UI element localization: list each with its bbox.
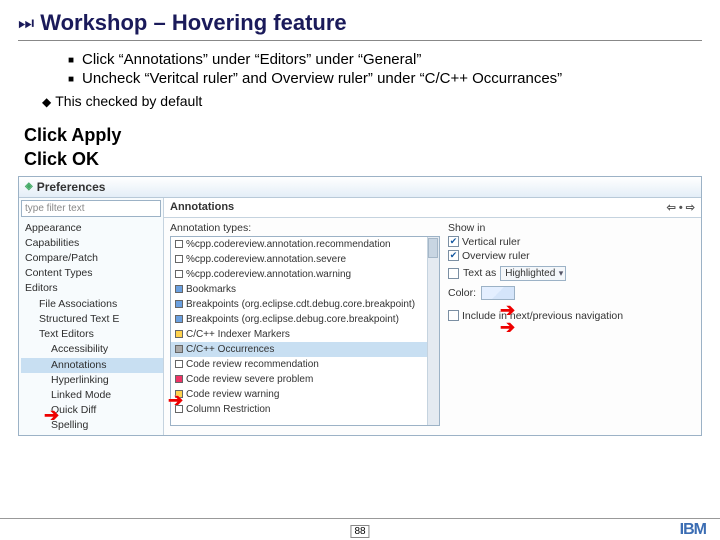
type-item: Breakpoints (org.eclipse.debug.core.brea… — [171, 312, 439, 327]
tree-quickdiff[interactable]: Quick Diff — [21, 403, 163, 418]
tree-annotations[interactable]: Annotations — [21, 358, 163, 373]
tree-capabilities[interactable]: Capabilities — [21, 236, 163, 251]
type-item: Code review recommendation — [171, 357, 439, 372]
show-in-label: Show in — [448, 222, 695, 234]
type-item: C/C++ Indexer Markers — [171, 327, 439, 342]
action-block: Click Apply Click OK — [24, 123, 702, 172]
ibm-logo: IBM — [680, 521, 706, 539]
instruction-list: Click “Annotations” under “Editors” unde… — [28, 51, 702, 87]
text-as-combo[interactable]: Highlighted — [500, 266, 566, 281]
checkbox-icon[interactable] — [448, 250, 459, 261]
overview-ruler-checkbox[interactable]: Overview ruler — [448, 250, 695, 262]
color-swatch[interactable] — [481, 286, 515, 300]
tree-accessibility[interactable]: Accessibility — [21, 342, 163, 357]
sub-bullet: ◆ This checked by default — [42, 93, 702, 109]
include-nav-checkbox[interactable]: Include in next/previous navigation — [448, 310, 695, 322]
tree-appearance[interactable]: Appearance — [21, 221, 163, 236]
scrollbar[interactable] — [427, 237, 439, 425]
fast-forward-icon: ⏭ — [18, 13, 34, 34]
tree-spelling[interactable]: Spelling — [21, 418, 163, 433]
preferences-tree-panel: type filter text Appearance Capabilities… — [19, 198, 164, 435]
slide-title: Workshop – Hovering feature — [40, 10, 346, 36]
type-item: Code review warning — [171, 387, 439, 402]
tree-fileassoc[interactable]: File Associations — [21, 297, 163, 312]
sub-bullet-text: This checked by default — [55, 93, 202, 109]
type-item: %cpp.codereview.annotation.severe — [171, 252, 439, 267]
text-as-label: Text as — [463, 267, 496, 279]
type-item: Column Restriction — [171, 402, 439, 417]
slide-title-row: ⏭ Workshop – Hovering feature — [18, 10, 702, 36]
tree-texteditors[interactable]: Text Editors — [21, 327, 163, 342]
text-as-checkbox[interactable] — [448, 268, 459, 279]
page-title: Annotations — [170, 201, 234, 213]
type-item-selected: C/C++ Occurrences — [171, 342, 439, 357]
vertical-ruler-checkbox[interactable]: Vertical ruler — [448, 236, 695, 248]
red-arrow-icon: ➔ — [168, 390, 183, 411]
tree-keys[interactable]: Keys — [21, 434, 163, 435]
tree-editors[interactable]: Editors — [21, 281, 163, 296]
window-icon: ◈ — [25, 181, 33, 192]
red-arrow-icon: ➔ — [500, 317, 515, 338]
type-item: Bookmarks — [171, 282, 439, 297]
type-item: Code review severe problem — [171, 372, 439, 387]
action-apply: Click Apply — [24, 123, 702, 147]
checkbox-icon[interactable] — [448, 310, 459, 321]
title-underline — [18, 40, 702, 41]
filter-input[interactable]: type filter text — [21, 200, 161, 217]
preferences-tree[interactable]: Appearance Capabilities Compare/Patch Co… — [21, 221, 163, 435]
options-panel: Show in Vertical ruler Overview ruler Te… — [444, 218, 701, 435]
type-item: %cpp.codereview.annotation.recommendatio… — [171, 237, 439, 252]
tree-structtext[interactable]: Structured Text E — [21, 312, 163, 327]
preferences-page: Annotations ⇦ • ⇨ Annotation types: %cpp… — [164, 198, 701, 435]
red-arrow-icon: ➔ — [44, 405, 59, 426]
tree-hyperlinking[interactable]: Hyperlinking — [21, 373, 163, 388]
preferences-window: ◈ Preferences type filter text Appearanc… — [18, 176, 702, 436]
annotation-types-list[interactable]: %cpp.codereview.annotation.recommendatio… — [170, 236, 440, 426]
types-label: Annotation types: — [170, 222, 440, 234]
window-title: Preferences — [37, 180, 106, 194]
type-item: %cpp.codereview.annotation.warning — [171, 267, 439, 282]
page-number: 88 — [350, 525, 369, 538]
checkbox-icon[interactable] — [448, 236, 459, 247]
bullet-1: Click “Annotations” under “Editors” unde… — [68, 51, 702, 68]
color-label: Color: — [448, 287, 476, 299]
tree-compare[interactable]: Compare/Patch — [21, 251, 163, 266]
bullet-2: Uncheck “Veritcal ruler” and Overview ru… — [68, 70, 702, 87]
window-title-bar: ◈ Preferences — [19, 177, 701, 198]
type-item: Breakpoints (org.eclipse.cdt.debug.core.… — [171, 297, 439, 312]
page-nav-arrows[interactable]: ⇦ • ⇨ — [667, 201, 695, 214]
tree-contenttypes[interactable]: Content Types — [21, 266, 163, 281]
triangle-icon: ◆ — [42, 95, 51, 109]
action-ok: Click OK — [24, 147, 702, 171]
tree-linkedmode[interactable]: Linked Mode — [21, 388, 163, 403]
